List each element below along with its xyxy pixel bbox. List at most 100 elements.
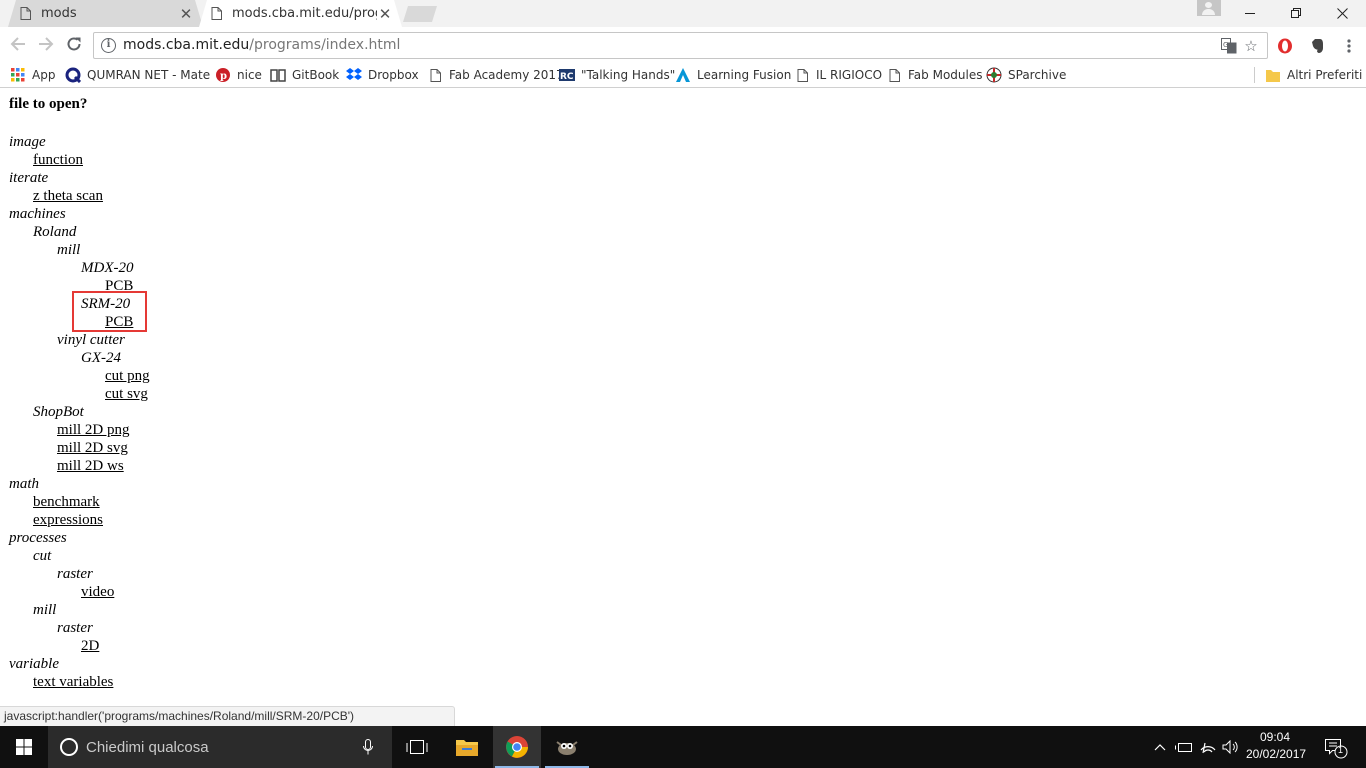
start-button[interactable] xyxy=(0,726,48,768)
program-link-text-variables[interactable]: text variables xyxy=(33,673,113,691)
taskbar: Chiedimi qualcosa 09:04 20/02/2017 1 xyxy=(0,726,1366,768)
bookmark-star-icon[interactable]: ☆ xyxy=(1242,37,1260,55)
bookmark-sparchive[interactable]: SParchive xyxy=(986,65,1066,85)
evernote-icon[interactable] xyxy=(1308,37,1326,55)
bookmark-label: Dropbox xyxy=(368,68,419,82)
category-image: image xyxy=(9,134,46,150)
tab-close-icon[interactable]: ✕ xyxy=(377,5,393,23)
back-button[interactable] xyxy=(9,35,27,53)
program-link-cut-png[interactable]: cut png xyxy=(105,367,150,385)
program-link-expressions[interactable]: expressions xyxy=(33,511,103,529)
bookmarks-divider xyxy=(1254,67,1255,83)
bookmark-other-folder[interactable]: Altri Preferiti xyxy=(1265,65,1362,85)
bookmark-nice[interactable]: p nice xyxy=(215,65,262,85)
bookmark-label: nice xyxy=(237,68,262,82)
program-link-z-theta-scan[interactable]: z theta scan xyxy=(33,187,103,205)
chrome-taskbar-button[interactable] xyxy=(493,726,541,768)
bookmark-app[interactable]: App xyxy=(10,65,55,85)
page-icon xyxy=(20,7,31,20)
folder-icon xyxy=(1265,67,1281,83)
windows-icon xyxy=(16,739,32,755)
program-link-video[interactable]: video xyxy=(81,583,114,601)
tab-mods-programs[interactable]: mods.cba.mit.edu/progra ✕ xyxy=(199,0,402,27)
page-icon xyxy=(794,67,810,83)
volume-icon[interactable] xyxy=(1222,738,1240,756)
bookmark-label: Fab Academy 2017 xyxy=(449,68,564,82)
bookmarks-bar: App QUMRAN NET - Mate p nice GitBook Dro… xyxy=(0,62,1366,88)
screen: mods ✕ mods.cba.mit.edu/progra ✕ xyxy=(0,0,1366,768)
minimize-icon xyxy=(1245,13,1255,14)
bookmark-label: QUMRAN NET - Mate xyxy=(87,68,211,82)
category-mill: mill xyxy=(33,602,57,618)
folder-icon xyxy=(456,740,478,756)
chrome-menu-icon[interactable] xyxy=(1340,37,1358,55)
dropbox-icon xyxy=(346,67,362,83)
category-raster: raster xyxy=(57,566,93,582)
bookmark-fab-modules[interactable]: Fab Modules xyxy=(886,65,982,85)
program-link-benchmark[interactable]: benchmark xyxy=(33,493,100,511)
wifi-icon[interactable] xyxy=(1199,738,1217,756)
new-tab-button[interactable] xyxy=(403,6,437,22)
file-explorer-button[interactable] xyxy=(443,726,491,768)
show-hidden-icons-icon[interactable] xyxy=(1151,738,1169,756)
restore-button[interactable] xyxy=(1273,0,1319,26)
program-link-mill-2d-ws[interactable]: mill 2D ws xyxy=(57,457,124,475)
bookmark-qumran[interactable]: QUMRAN NET - Mate xyxy=(65,65,210,85)
gimp-taskbar-button[interactable] xyxy=(543,726,591,768)
category-processes: processes xyxy=(9,530,67,546)
highlight-box xyxy=(72,291,147,332)
autodesk-icon xyxy=(675,67,691,83)
cortana-search[interactable]: Chiedimi qualcosa xyxy=(48,726,392,768)
svg-text:G: G xyxy=(1223,41,1228,49)
user-profile-icon[interactable] xyxy=(1197,0,1221,16)
translate-icon[interactable]: G xyxy=(1220,37,1238,55)
tab-close-icon[interactable]: ✕ xyxy=(178,5,194,23)
bookmark-dropbox[interactable]: Dropbox xyxy=(346,65,419,85)
book-icon xyxy=(270,67,286,83)
close-icon xyxy=(1336,7,1348,19)
program-link-mill-2d-svg[interactable]: mill 2D svg xyxy=(57,439,128,457)
arrow-right-icon xyxy=(39,37,54,51)
bookmark-label: App xyxy=(32,68,56,82)
battery-icon[interactable] xyxy=(1175,738,1193,756)
tab-strip: mods ✕ mods.cba.mit.edu/progra ✕ xyxy=(0,0,1366,27)
category-cut: cut xyxy=(33,548,52,564)
opera-icon[interactable] xyxy=(1276,37,1294,55)
url-text[interactable]: mods.cba.mit.edu/programs/index.html xyxy=(123,37,400,53)
bookmark-learning-fusion[interactable]: Learning Fusion xyxy=(675,65,791,85)
page-title: file to open? xyxy=(9,96,88,112)
category-roland: Roland xyxy=(33,224,77,240)
category-vinyl-cutter: vinyl cutter xyxy=(57,332,125,348)
minimize-button[interactable] xyxy=(1227,0,1273,26)
bookmark-il-rigioco[interactable]: IL RIGIOCO xyxy=(794,65,882,85)
bookmark-label: GitBook xyxy=(292,68,340,82)
task-view-button[interactable] xyxy=(393,726,441,768)
program-link-mill-2d-png[interactable]: mill 2D png xyxy=(57,421,130,439)
address-bar[interactable]: i mods.cba.mit.edu/programs/index.html G… xyxy=(93,32,1268,59)
clock-date: 20/02/2017 xyxy=(1246,747,1307,761)
forward-button[interactable] xyxy=(37,35,55,53)
category-math: math xyxy=(9,476,39,492)
page-icon xyxy=(427,67,443,83)
bookmark-talking-hands[interactable]: RC "Talking Hands" xyxy=(559,65,675,85)
page-content: file to open? image function iterate z thet… xyxy=(0,88,1366,726)
microphone-icon[interactable] xyxy=(358,739,378,755)
status-bar: javascript:handler('programs/machines/Ro… xyxy=(0,706,455,726)
svg-text:RC: RC xyxy=(560,72,574,82)
info-icon[interactable]: i xyxy=(101,38,116,53)
bookmark-gitbook[interactable]: GitBook xyxy=(270,65,339,85)
bookmark-label: SParchive xyxy=(1008,68,1067,82)
reload-button[interactable] xyxy=(65,35,83,53)
bookmark-fab-academy[interactable]: Fab Academy 2017 xyxy=(427,65,564,85)
program-link-2d[interactable]: 2D xyxy=(81,637,99,655)
action-center-button[interactable]: 1 xyxy=(1322,736,1350,760)
program-link-function[interactable]: function xyxy=(33,151,83,169)
category-shopbot: ShopBot xyxy=(33,404,84,420)
tab-mods[interactable]: mods ✕ xyxy=(8,0,203,27)
page-icon xyxy=(886,67,902,83)
close-window-button[interactable] xyxy=(1319,0,1365,26)
category-raster: raster xyxy=(57,620,93,636)
program-link-cut-svg[interactable]: cut svg xyxy=(105,385,148,403)
tab-title: mods.cba.mit.edu/progra xyxy=(232,6,375,21)
system-clock[interactable]: 09:04 20/02/2017 xyxy=(1246,729,1307,763)
